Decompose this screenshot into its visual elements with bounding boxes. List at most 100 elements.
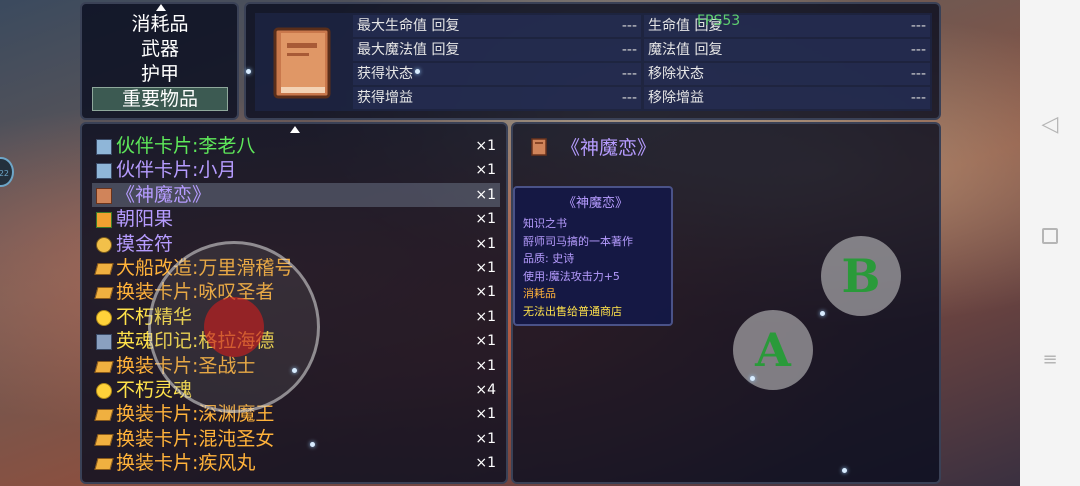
stat-label: 获得状态 [357,66,413,82]
item-name: 换装卡片:疾风丸 [116,452,256,475]
tooltip-line: 无法出售给普通商店 [523,304,622,318]
sparkle [415,69,420,74]
stat-label: 移除状态 [648,66,704,82]
scroll-up-arrow-icon[interactable] [290,126,300,133]
fruit-icon [96,212,112,229]
stat-max-mp-regen: 最大魔法值 回复 --- [353,39,641,61]
menu-nav-icon[interactable]: ≡ [1020,349,1080,370]
category-menu: 消耗品 武器 护甲 重要物品 [80,2,239,120]
item-quantity: ×1 [475,455,496,472]
item-name: 伙伴卡片:小月 [116,159,237,182]
stat-value: --- [910,66,926,82]
item-row[interactable]: 伙伴卡片:小月 ×1 [92,158,500,182]
ticket-icon [94,287,114,300]
orb-icon [96,383,112,399]
tooltip-line: 酹师司马搞的一本著作 [523,234,633,248]
category-key-items[interactable]: 重要物品 [92,87,228,111]
stat-label: 魔法值 回复 [648,42,723,58]
book-large-icon [273,27,331,99]
item-row[interactable]: 换装卡片:疾风丸 ×1 [92,451,500,475]
item-name: 朝阳果 [116,208,174,231]
orb-icon [96,309,112,326]
item-quantity: ×1 [475,260,496,276]
sparkle [292,368,297,373]
ticket-icon [94,433,114,446]
stat-value: --- [621,18,637,34]
stat-value: --- [910,90,926,106]
stat-label: 最大魔法值 回复 [357,42,460,58]
item-name: 《神魔恋》 [116,183,212,206]
item-quantity: ×1 [475,333,496,350]
item-quantity: ×1 [475,162,496,179]
item-name: 伙伴卡片:李老八 [116,135,256,157]
category-weapons[interactable]: 武器 [92,37,228,61]
item-row[interactable]: 伙伴卡片:李老八 ×1 [92,134,500,158]
sparkle [246,69,251,74]
a-button[interactable]: A [733,310,813,390]
item-quantity: ×1 [475,406,496,423]
category-consumables[interactable]: 消耗品 [92,12,228,36]
book-icon [531,138,547,156]
charm-icon [96,236,112,253]
stat-label: 获得增益 [357,90,413,106]
book-icon [96,187,112,204]
item-stats-panel: 最大生命值 回复 --- 最大魔法值 回复 --- 获得状态 --- 获得增益 … [244,2,941,120]
ticket-icon [94,263,114,275]
item-row[interactable]: 朝阳果 ×1 [92,207,500,231]
item-row[interactable]: 换装卡片:深渊魔王 ×1 [92,402,500,426]
ticket-icon [94,409,114,422]
category-armor[interactable]: 护甲 [92,62,228,86]
item-quantity: ×4 [475,382,496,398]
sparkle [310,442,315,447]
tooltip-line: 品质: 史诗 [523,252,575,265]
stat-label: 移除增益 [648,90,704,106]
home-nav-icon[interactable] [1020,228,1080,248]
stat-value: --- [621,66,637,82]
stat-gain-buff: 获得增益 --- [353,87,641,109]
detail-item-name: 《神魔恋》 [561,137,657,159]
ticket-icon [94,360,114,373]
ticket-icon [94,458,114,471]
sparkle [820,311,825,316]
item-quantity: ×1 [475,138,496,154]
stat-value: --- [621,90,637,106]
tooltip-line: 消耗品 [523,287,556,300]
stat-remove-state: 移除状态 --- [644,63,930,85]
system-nav-bar: ◁ ≡ [1020,0,1080,486]
fps-counter: FPS53 [697,13,741,29]
item-quantity: ×1 [475,186,496,203]
item-row[interactable]: 《神魔恋》 ×1 [92,182,500,207]
seal-icon [96,334,112,351]
stat-hp-regen: 生命值 回复 --- [644,15,930,37]
item-quantity: ×1 [475,284,496,301]
card-icon [96,139,112,155]
stat-label: 最大生命值 回复 [357,18,460,34]
tooltip-line: 使用:魔法攻击力+5 [523,269,620,283]
stat-value: --- [910,42,926,58]
back-nav-icon[interactable]: ◁ [1020,112,1080,137]
item-quantity: ×1 [475,357,496,374]
item-quantity: ×1 [475,308,496,325]
stat-value: --- [621,42,637,58]
item-row[interactable]: 换装卡片:混沌圣女 ×1 [92,427,500,451]
tooltip-title: 《神魔恋》 [563,196,629,211]
stat-gain-state: 获得状态 --- [353,63,641,85]
joystick-knob[interactable] [204,297,264,357]
sparkle [842,468,847,473]
stat-value: --- [910,18,926,34]
virtual-joystick[interactable] [148,241,320,413]
item-name: 摸金符 [116,232,174,255]
stats-inner: 最大生命值 回复 --- 最大魔法值 回复 --- 获得状态 --- 获得增益 … [255,13,932,111]
item-quantity: ×1 [475,235,496,252]
stat-max-hp-regen: 最大生命值 回复 --- [353,15,641,37]
stat-remove-buff: 移除增益 --- [644,87,930,109]
stat-mp-regen: 魔法值 回复 --- [644,39,930,61]
b-button[interactable]: B [821,236,901,316]
tooltip-line: 知识之书 [523,217,567,230]
item-row[interactable]: 摸金符 ×1 [92,232,500,256]
item-quantity: ×1 [475,211,496,228]
item-quantity: ×1 [475,430,496,447]
sparkle [750,376,755,381]
item-tooltip: 《神魔恋》 知识之书酹师司马搞的一本著作 品质: 史诗使用:魔法攻击力+5 消耗品无… [513,186,673,326]
scroll-up-arrow-icon[interactable] [156,4,166,11]
